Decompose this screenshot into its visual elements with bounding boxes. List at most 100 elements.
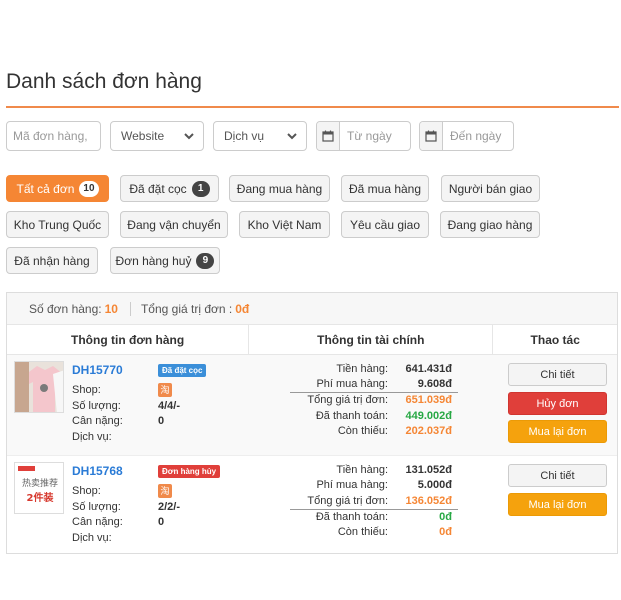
calendar-icon[interactable]: [420, 122, 443, 150]
tab-cancelled[interactable]: Đơn hàng huỷ 9: [110, 247, 220, 274]
taobao-icon[interactable]: 淘: [158, 383, 172, 397]
total-label: Tổng giá trị đơn :: [140, 301, 233, 316]
order-total-value: 136.052đ: [405, 495, 452, 507]
fee-value: 9.608đ: [417, 378, 452, 390]
tab-label: Người bán giao: [448, 181, 533, 196]
paid-label: Đã thanh toán:: [315, 410, 388, 422]
goods-value: 131.052đ: [405, 464, 452, 476]
order-id-link[interactable]: DH15768: [72, 464, 123, 478]
tab-delivering[interactable]: Đang giao hàng: [440, 211, 540, 238]
tab-label: Đơn hàng huỷ: [115, 253, 192, 268]
tab-label: Kho Trung Quốc: [13, 217, 102, 232]
table-row: 热卖推荐 2件装 DH15768 Đơn hàng hủy Shop: 淘 Số…: [7, 456, 617, 553]
order-id-link[interactable]: DH15770: [72, 363, 123, 377]
from-date-input[interactable]: [339, 122, 410, 150]
goods-label: Tiền hàng:: [336, 363, 388, 375]
count-badge: 9: [196, 252, 215, 269]
tab-label: Tất cả đơn: [16, 181, 75, 196]
order-total-label: Tổng giá trị đơn:: [307, 495, 388, 507]
service-select[interactable]: Dịch vụ: [213, 121, 307, 151]
tab-china-warehouse[interactable]: Kho Trung Quốc: [6, 211, 109, 238]
tab-delivery-request[interactable]: Yêu cầu giao: [341, 211, 429, 238]
product-thumbnail[interactable]: [14, 361, 64, 413]
remaining-label: Còn thiếu:: [337, 425, 388, 437]
total-value: 0đ: [235, 301, 250, 316]
paid-value: 449.002đ: [405, 410, 452, 422]
order-count: 10: [104, 301, 118, 316]
page: Danh sách đơn hàng Website Dịch vụ Tất c…: [0, 0, 621, 600]
taobao-icon[interactable]: 淘: [158, 484, 172, 498]
quantity-label: Số lượng:: [72, 400, 121, 412]
weight-label: Cân nặng:: [72, 516, 123, 528]
tab-label: Đang giao hàng: [447, 217, 533, 232]
thumb-caption: 热卖推荐: [21, 479, 58, 489]
rebuy-button[interactable]: Mua lại đơn: [508, 493, 607, 516]
remaining-value: 0đ: [439, 526, 452, 538]
quantity-value: 2/2/-: [158, 501, 181, 513]
detail-button[interactable]: Chi tiết: [508, 363, 607, 386]
weight-value: 0: [158, 415, 165, 427]
filter-bar: Website Dịch vụ: [6, 121, 621, 151]
order-total-value: 651.039đ: [405, 394, 452, 406]
divider: [290, 392, 458, 393]
fee-label: Phí mua hàng:: [316, 378, 388, 390]
rebuy-button[interactable]: Mua lại đơn: [508, 420, 607, 443]
header-finance: Thông tin tài chính: [249, 325, 494, 354]
calendar-icon[interactable]: [317, 122, 340, 150]
header-actions: Thao tác: [530, 332, 580, 347]
tab-seller-shipping[interactable]: Người bán giao: [441, 175, 540, 202]
quantity-value: 4/4/-: [158, 400, 181, 412]
tab-label: Đang vận chuyển: [127, 217, 221, 232]
table-row: DH15770 Đã đặt cọc Shop: 淘 Số lượng: 4/4…: [7, 355, 617, 456]
status-badge: Đã đặt cọc: [158, 364, 207, 377]
count-badge: 10: [79, 180, 99, 197]
tab-label: Kho Việt Nam: [247, 217, 322, 232]
tab-deposited[interactable]: Đã đặt cọc 1: [120, 175, 219, 202]
service-label: Dịch vụ:: [72, 431, 112, 443]
tab-label: Đã đặt cọc: [129, 181, 187, 196]
remaining-value: 202.037đ: [405, 425, 452, 437]
goods-value: 641.431đ: [405, 363, 452, 375]
website-dropdown[interactable]: Website: [117, 128, 197, 144]
tab-received[interactable]: Đã nhận hàng: [6, 247, 98, 274]
shop-label: Shop:: [72, 485, 101, 497]
product-thumbnail[interactable]: 热卖推荐 2件装: [14, 462, 64, 514]
tab-in-transit[interactable]: Đang vận chuyển: [120, 211, 228, 238]
detail-button[interactable]: Chi tiết: [508, 464, 607, 487]
weight-value: 0: [158, 516, 165, 528]
remaining-label: Còn thiếu:: [337, 526, 388, 538]
service-dropdown[interactable]: Dịch vụ: [220, 128, 300, 144]
header-order-info: Thông tin đơn hàng: [7, 325, 250, 354]
website-select[interactable]: Website: [110, 121, 204, 151]
paid-label: Đã thanh toán:: [315, 511, 388, 523]
page-title: Danh sách đơn hàng: [6, 70, 202, 93]
order-code-field: [6, 121, 101, 151]
tab-purchased[interactable]: Đã mua hàng: [341, 175, 429, 202]
count-badge: 1: [191, 180, 210, 197]
orders-summary: Số đơn hàng: 10 Tổng giá trị đơn : 0đ: [7, 293, 617, 325]
to-date-input[interactable]: [442, 122, 513, 150]
tab-label: Yêu cầu giao: [349, 217, 421, 232]
title-divider: [6, 106, 619, 108]
weight-label: Cân nặng:: [72, 415, 123, 427]
tab-purchasing[interactable]: Đang mua hàng: [229, 175, 330, 202]
table-header: Thông tin đơn hàng Thông tin tài chính T…: [7, 325, 617, 355]
fee-label: Phí mua hàng:: [316, 479, 388, 491]
cancel-order-button[interactable]: Hủy đơn: [508, 392, 607, 415]
tab-label: Đã mua hàng: [348, 181, 422, 196]
order-total-label: Tổng giá trị đơn:: [307, 394, 388, 406]
from-date-field: [316, 121, 411, 151]
thumb-tag: [18, 466, 35, 471]
goods-label: Tiền hàng:: [336, 464, 388, 476]
orders-panel: Số đơn hàng: 10 Tổng giá trị đơn : 0đ Th…: [6, 292, 618, 554]
order-count-label: Số đơn hàng:: [29, 301, 102, 316]
tab-label: Đang mua hàng: [236, 181, 323, 196]
quantity-label: Số lượng:: [72, 501, 121, 513]
tab-vietnam-warehouse[interactable]: Kho Việt Nam: [239, 211, 330, 238]
tab-all-orders[interactable]: Tất cả đơn 10: [6, 175, 109, 202]
thumb-caption-2: 2件装: [26, 493, 54, 504]
divider: [290, 509, 458, 510]
fee-value: 5.000đ: [417, 479, 452, 491]
to-date-field: [419, 121, 514, 151]
order-code-input[interactable]: [13, 129, 94, 143]
